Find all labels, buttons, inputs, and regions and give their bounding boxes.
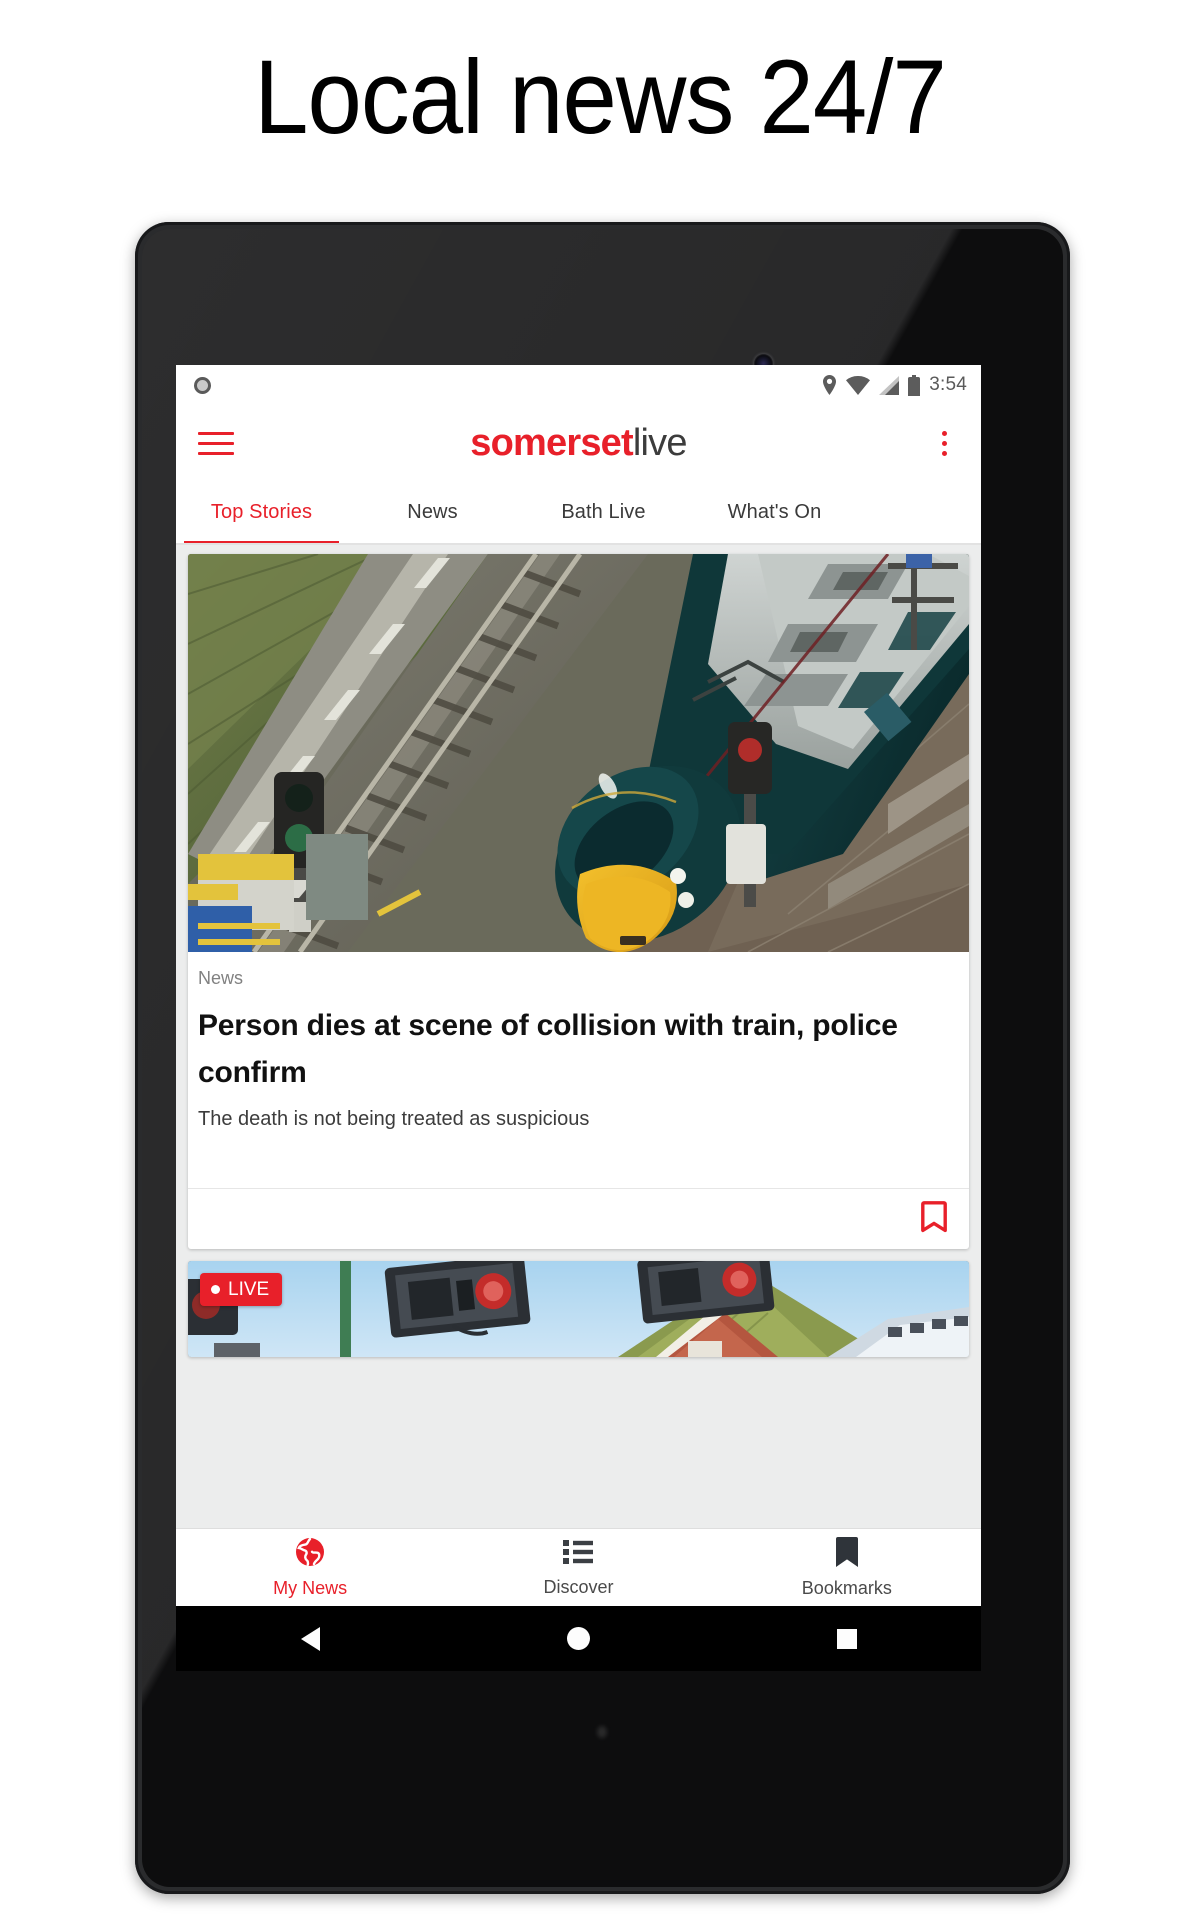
android-back-button[interactable] [176, 1626, 444, 1651]
news-card-headline: Person dies at scene of collision with t… [198, 1009, 898, 1089]
bottom-nav-item-discover[interactable]: Discover [444, 1538, 712, 1598]
bottom-nav-item-bookmarks[interactable]: Bookmarks [713, 1536, 981, 1599]
list-icon [563, 1538, 594, 1571]
live-badge: LIVE [200, 1273, 283, 1306]
news-card-body: News Person dies at scene of collision w… [188, 952, 969, 1132]
tab-whats-on[interactable]: What's On [689, 481, 860, 543]
battery-full-icon [908, 374, 921, 396]
android-home-button[interactable] [444, 1627, 712, 1650]
location-pin-icon [822, 375, 837, 395]
bookmark-outline-icon[interactable] [921, 1200, 947, 1238]
tab-bath-live[interactable]: Bath Live [518, 481, 689, 543]
home-circle-icon [566, 1627, 590, 1650]
bottom-sensor-icon [597, 1726, 607, 1738]
status-bar-left [194, 376, 211, 394]
back-triangle-icon [300, 1626, 320, 1651]
android-navigation-bar [176, 1606, 981, 1671]
news-card-footer [188, 1188, 969, 1249]
news-card[interactable]: News Person dies at scene of collision w… [188, 554, 969, 1249]
circle-notification-icon [194, 376, 211, 394]
cell-signal-icon [879, 375, 900, 395]
tab-bar: Top Stories News Bath Live What's On [176, 481, 981, 545]
hamburger-menu-icon[interactable] [198, 428, 234, 458]
bottom-nav-item-my-news[interactable]: My News [176, 1537, 444, 1599]
bottom-nav-label-my-news: My News [273, 1577, 348, 1598]
news-card-kicker: News [198, 968, 244, 988]
brand-logo-bold: somerset [470, 422, 633, 464]
app-bar: somersetlive [176, 405, 981, 481]
bottom-navigation: My News Discover Bookmarks [176, 1528, 981, 1606]
promo-headline: Local news 24/7 [254, 39, 947, 156]
status-bar: 3:54 [176, 365, 981, 405]
live-badge-label: LIVE [228, 1278, 270, 1300]
tablet-bezel: 3:54 somersetlive Top Stories News Bath … [142, 229, 1063, 1887]
tab-news[interactable]: News [347, 481, 518, 543]
wifi-icon [846, 375, 871, 395]
tablet-device-frame: 3:54 somersetlive Top Stories News Bath … [135, 222, 1070, 1894]
overflow-menu-icon[interactable] [929, 427, 959, 459]
bookmark-filled-icon [835, 1536, 858, 1572]
news-card-summary: The death is not being treated as suspic… [198, 1108, 590, 1130]
article-photo-train [188, 554, 969, 952]
status-bar-clock: 3:54 [929, 374, 967, 395]
news-card[interactable]: LIVE [188, 1261, 969, 1357]
app-screen: 3:54 somersetlive Top Stories News Bath … [176, 365, 981, 1606]
globe-icon [295, 1537, 325, 1572]
brand-logo: somersetlive [176, 423, 981, 463]
brand-logo-light: live [632, 422, 688, 464]
status-bar-right: 3:54 [822, 374, 967, 396]
bottom-nav-label-bookmarks: Bookmarks [801, 1577, 892, 1598]
tab-top-stories[interactable]: Top Stories [176, 481, 347, 543]
recents-square-icon [836, 1628, 857, 1649]
article-photo-level-crossing: LIVE [188, 1261, 969, 1357]
news-feed[interactable]: News Person dies at scene of collision w… [176, 545, 981, 1606]
android-recents-button[interactable] [713, 1628, 981, 1649]
bottom-nav-label-discover: Discover [543, 1576, 614, 1597]
live-dot-icon [211, 1285, 220, 1294]
